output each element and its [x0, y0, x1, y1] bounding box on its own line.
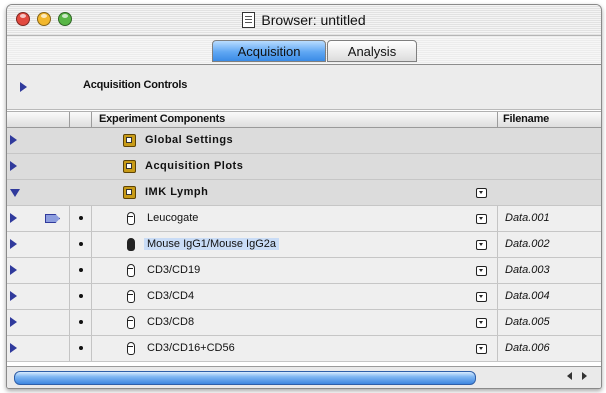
tube-menu-icon[interactable]: [476, 318, 487, 328]
tube-menu-icon[interactable]: [476, 214, 487, 224]
tube-label: CD3/CD19: [147, 264, 201, 276]
row-dot-icon: [79, 268, 83, 272]
tube-icon: [127, 342, 135, 355]
experiment-folder-icon: [123, 186, 136, 199]
expand-triangle-icon[interactable]: [10, 343, 17, 353]
row-dot-icon: [79, 242, 83, 246]
group-row-global-settings[interactable]: Global Settings: [7, 128, 601, 154]
tube-menu-icon[interactable]: [476, 240, 487, 250]
tab-analysis[interactable]: Analysis: [327, 40, 417, 62]
group-row-acquisition-plots[interactable]: Acquisition Plots: [7, 154, 601, 180]
scroll-right-arrow-icon[interactable]: [582, 372, 587, 380]
row-dot-icon: [79, 294, 83, 298]
tube-label: Leucogate: [147, 212, 199, 224]
title-bar[interactable]: Browser: untitled: [7, 5, 601, 36]
filename: Data.005: [505, 316, 550, 328]
column-filename[interactable]: Filename: [503, 113, 549, 125]
tube-label: CD3/CD8: [147, 316, 195, 328]
scroll-thumb[interactable]: [14, 371, 476, 385]
horizontal-scrollbar[interactable]: [7, 366, 601, 388]
expand-triangle-icon[interactable]: [10, 317, 17, 327]
table-row[interactable]: Leucogate Data.001: [7, 206, 601, 232]
tube-label: CD3/CD16+CD56: [147, 342, 235, 354]
tube-menu-icon[interactable]: [476, 344, 487, 354]
expand-triangle-icon[interactable]: [10, 239, 17, 249]
tube-icon: [127, 212, 135, 225]
tube-label-selected: Mouse IgG1/Mouse IgG2a: [144, 238, 280, 250]
expand-triangle-icon[interactable]: [10, 291, 17, 301]
window-title-wrap: Browser: untitled: [7, 5, 601, 35]
group-label: Acquisition Plots: [145, 160, 244, 172]
table-row[interactable]: CD3/CD19 Data.003: [7, 258, 601, 284]
collapse-triangle-icon[interactable]: [10, 189, 20, 197]
filename: Data.001: [505, 212, 550, 224]
tube-menu-icon[interactable]: [476, 292, 487, 302]
filename: Data.002: [505, 238, 550, 250]
expand-triangle-icon[interactable]: [10, 135, 17, 145]
tube-icon: [127, 264, 135, 277]
table-row[interactable]: CD3/CD8 Data.005: [7, 310, 601, 336]
expand-triangle-icon[interactable]: [10, 161, 17, 171]
tube-icon: [127, 290, 135, 303]
group-label: IMK Lymph: [145, 186, 209, 198]
filename: Data.003: [505, 264, 550, 276]
tab-bar: Acquisition Analysis: [7, 36, 601, 64]
current-tube-pointer-icon: [45, 214, 60, 223]
tube-filled-icon: [127, 238, 135, 251]
group-label: Global Settings: [145, 134, 234, 146]
expand-triangle-icon[interactable]: [10, 213, 17, 223]
row-dot-icon: [79, 216, 83, 220]
row-dot-icon: [79, 320, 83, 324]
browser-window: Browser: untitled Acquisition Analysis A…: [6, 4, 602, 389]
disclosure-triangle-icon[interactable]: [20, 82, 27, 92]
tube-menu-icon[interactable]: [476, 266, 487, 276]
acquisition-controls-label: Acquisition Controls: [83, 79, 188, 91]
document-icon: [242, 12, 256, 28]
tab-acquisition[interactable]: Acquisition: [212, 40, 326, 62]
group-row-imk-lymph[interactable]: IMK Lymph: [7, 180, 601, 206]
browser-content: Acquisition Controls Experiment Componen…: [7, 64, 601, 366]
column-header: Experiment Components Filename: [7, 111, 601, 128]
settings-folder-icon: [123, 134, 136, 147]
group-menu-icon[interactable]: [476, 188, 487, 198]
expand-triangle-icon[interactable]: [10, 265, 17, 275]
tube-icon: [127, 316, 135, 329]
filename: Data.006: [505, 342, 550, 354]
window-title: Browser: untitled: [261, 12, 366, 28]
column-experiment-components[interactable]: Experiment Components: [99, 113, 225, 125]
filename: Data.004: [505, 290, 550, 302]
plots-folder-icon: [123, 160, 136, 173]
acquisition-controls-bar: Acquisition Controls: [7, 65, 601, 110]
table-row[interactable]: Mouse IgG1/Mouse IgG2a Data.002: [7, 232, 601, 258]
tube-label: CD3/CD4: [147, 290, 195, 302]
row-dot-icon: [79, 346, 83, 350]
scroll-left-arrow-icon[interactable]: [567, 372, 572, 380]
table-row[interactable]: CD3/CD4 Data.004: [7, 284, 601, 310]
table-row[interactable]: CD3/CD16+CD56 Data.006: [7, 336, 601, 362]
